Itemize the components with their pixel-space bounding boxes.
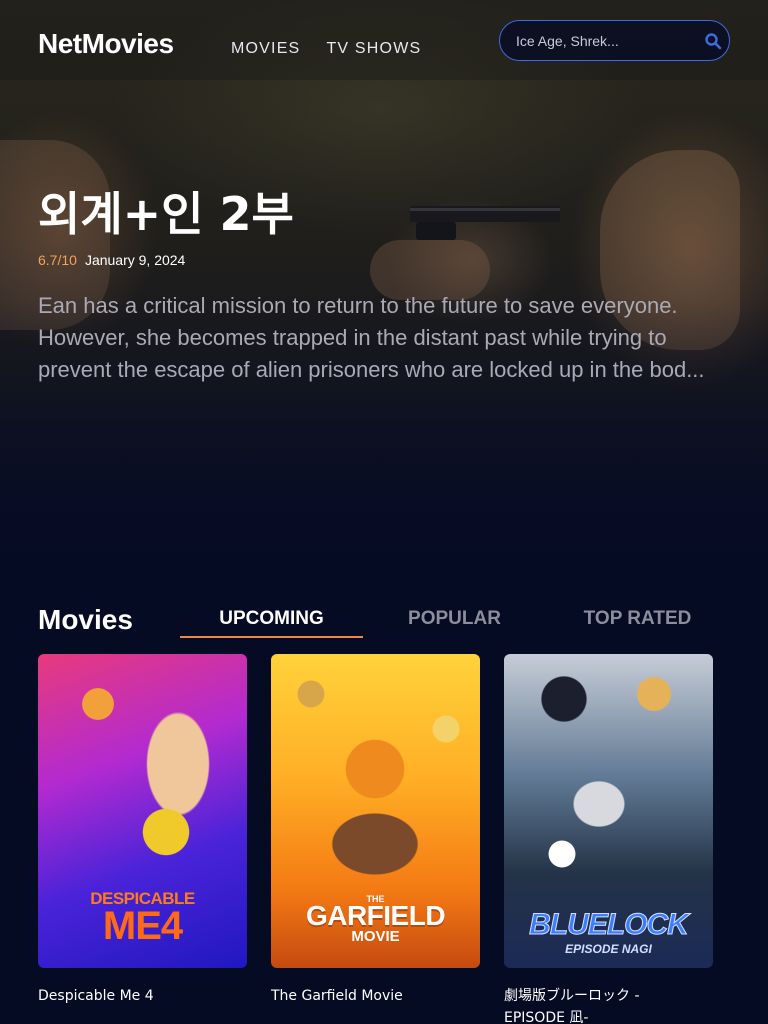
tab-popular[interactable]: POPULAR	[363, 604, 546, 638]
movie-title[interactable]: The Garfield Movie	[271, 985, 480, 1007]
page: NetMovies MOVIES TV SHOWS 외계+인 2부 6.7/10…	[0, 0, 768, 1024]
movie-poster[interactable]: THE GARFIELD MOVIE	[271, 654, 480, 968]
search-input[interactable]	[500, 21, 697, 60]
movie-card[interactable]: THE GARFIELD MOVIE The Garfield Movie	[271, 654, 480, 1024]
poster-title-line: BLUELOCK	[529, 908, 690, 942]
movie-poster[interactable]: DESPICABLE ME4	[38, 654, 247, 968]
movie-poster[interactable]: BLUELOCK EPISODE NAGI	[504, 654, 713, 968]
hero-meta: 6.7/10 January 9, 2024	[38, 252, 185, 268]
movie-title[interactable]: 劇場版ブルーロック -EPISODE 凪-	[504, 985, 644, 1024]
nav-movies[interactable]: MOVIES	[231, 40, 300, 58]
main-nav: MOVIES TV SHOWS	[231, 40, 421, 58]
app-logo[interactable]: NetMovies	[38, 28, 174, 60]
tab-upcoming[interactable]: UPCOMING	[180, 604, 363, 638]
poster-title-line: EPISODE NAGI	[565, 942, 652, 956]
hero-rating: 6.7/10	[38, 252, 77, 268]
hero-title: 외계+인 2부	[38, 187, 294, 241]
hero-overview: Ean has a critical mission to return to …	[38, 293, 705, 382]
movie-card-list: DESPICABLE ME4 Despicable Me 4 THE GARFI…	[38, 654, 713, 1024]
top-header: NetMovies MOVIES TV SHOWS	[0, 0, 768, 80]
search-icon[interactable]	[697, 21, 729, 60]
section-title-movies: Movies	[38, 604, 133, 635]
poster-title-line: ME4	[102, 904, 183, 948]
nav-tv-shows[interactable]: TV SHOWS	[326, 40, 421, 58]
search-box	[499, 20, 730, 61]
tab-top-rated[interactable]: TOP RATED	[546, 604, 729, 638]
poster-title-line: MOVIE	[351, 928, 400, 945]
movie-title[interactable]: Despicable Me 4	[38, 985, 247, 1007]
movie-tabs: UPCOMING POPULAR TOP RATED	[180, 604, 729, 638]
hero-release-date: January 9, 2024	[84, 252, 186, 268]
movie-card[interactable]: DESPICABLE ME4 Despicable Me 4	[38, 654, 247, 1024]
movie-card[interactable]: BLUELOCK EPISODE NAGI 劇場版ブルーロック -EPISODE…	[504, 654, 713, 1024]
